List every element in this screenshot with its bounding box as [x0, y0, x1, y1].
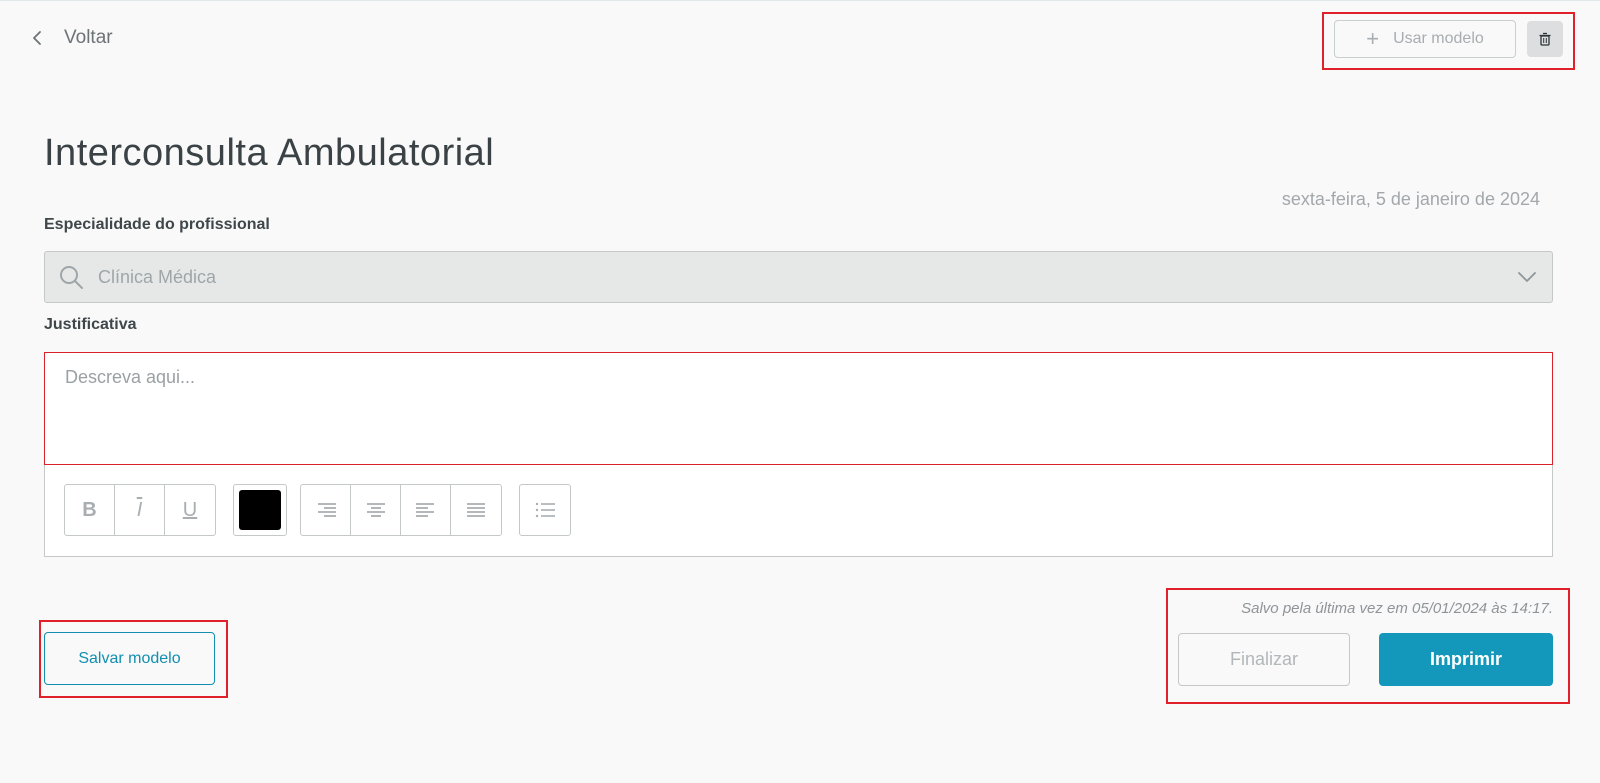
justification-textarea[interactable]: Descreva aqui... — [44, 352, 1553, 465]
bold-icon: B — [82, 498, 97, 521]
print-button[interactable]: Imprimir — [1379, 633, 1553, 686]
list-button-group — [519, 484, 571, 536]
top-divider — [0, 0, 1600, 1]
align-right-button[interactable] — [301, 485, 351, 535]
plus-icon: + — [1366, 26, 1380, 51]
save-template-label: Salvar modelo — [78, 649, 181, 667]
back-label: Voltar — [64, 27, 113, 48]
search-icon — [60, 266, 83, 289]
align-button-group — [300, 484, 502, 536]
specialty-select[interactable]: Clínica Médica — [44, 251, 1553, 303]
align-center-icon — [366, 503, 385, 517]
chevron-left-icon — [33, 31, 41, 45]
justification-placeholder: Descreva aqui... — [65, 367, 196, 387]
save-template-button[interactable]: Salvar modelo — [44, 632, 215, 685]
underline-button[interactable]: U — [165, 485, 215, 535]
align-right-icon — [317, 503, 336, 517]
align-left-icon — [415, 503, 434, 517]
specialty-value: Clínica Médica — [98, 266, 217, 287]
justification-label: Justificativa — [44, 316, 137, 333]
page-date: sexta-feira, 5 de janeiro de 2024 — [1281, 189, 1540, 209]
use-template-label: Usar modelo — [1393, 30, 1484, 47]
text-color-picker[interactable] — [239, 490, 281, 530]
bullet-list-icon — [535, 502, 555, 518]
underline-icon: U — [182, 498, 198, 521]
italic-icon: I — [136, 498, 143, 521]
align-justify-icon — [467, 503, 485, 517]
chevron-down-icon — [1518, 272, 1536, 282]
bold-button[interactable]: B — [65, 485, 115, 535]
italic-button[interactable]: I — [115, 485, 165, 535]
last-saved-note: Salvo pela última vez em 05/01/2024 às 1… — [1241, 600, 1553, 617]
align-left-button[interactable] — [401, 485, 451, 535]
bullet-list-button[interactable] — [520, 485, 570, 535]
print-label: Imprimir — [1429, 649, 1503, 669]
finalize-button[interactable]: Finalizar — [1178, 633, 1350, 686]
align-justify-button[interactable] — [451, 485, 501, 535]
color-button-group — [233, 484, 287, 536]
finalize-label: Finalizar — [1229, 649, 1299, 669]
page-title: Interconsulta Ambulatorial — [44, 132, 495, 174]
align-center-button[interactable] — [351, 485, 401, 535]
delete-button[interactable] — [1527, 21, 1563, 57]
use-template-button[interactable]: + Usar modelo — [1334, 20, 1516, 58]
back-button[interactable]: Voltar — [28, 24, 113, 52]
format-button-group: B I U — [64, 484, 216, 536]
specialty-label: Especialidade do profissional — [44, 216, 270, 233]
trash-icon — [1539, 32, 1551, 46]
